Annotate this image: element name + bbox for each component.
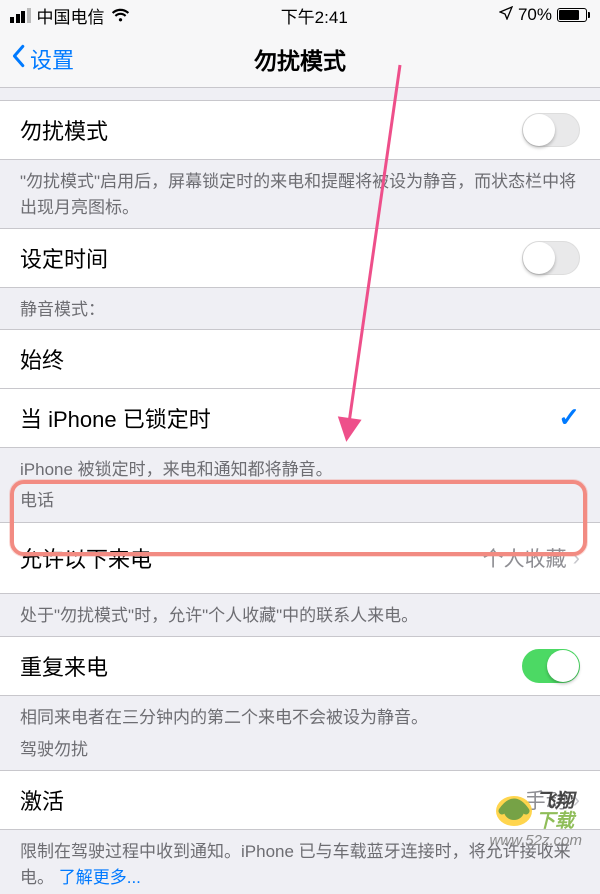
back-button[interactable]: 设置 bbox=[10, 43, 74, 75]
wifi-icon bbox=[111, 8, 130, 22]
activate-value: 手动 bbox=[525, 785, 567, 815]
silence-locked-row[interactable]: 当 iPhone 已锁定时 ✓ bbox=[0, 388, 600, 448]
learn-more-link[interactable]: 了解更多... bbox=[59, 868, 141, 887]
status-left: 中国电信 bbox=[10, 3, 130, 28]
silence-always-label: 始终 bbox=[20, 343, 64, 375]
dnd-toggle[interactable] bbox=[522, 113, 580, 147]
activate-row[interactable]: 激活 手动 › bbox=[0, 770, 600, 830]
back-label: 设置 bbox=[30, 43, 74, 75]
signal-icon bbox=[10, 8, 31, 23]
chevron-right-icon: › bbox=[573, 545, 580, 571]
allow-calls-footer: 处于"勿扰模式"时，允许"个人收藏"中的联系人来电。 bbox=[0, 593, 600, 637]
scheduled-label: 设定时间 bbox=[20, 242, 108, 274]
allow-calls-label: 允许以下来电 bbox=[20, 542, 152, 574]
silence-locked-label: 当 iPhone 已锁定时 bbox=[20, 402, 211, 434]
activate-footer: 限制在驾驶过程中收到通知。iPhone 已与车载蓝牙连接时，将允许接收来电。 了… bbox=[0, 829, 600, 894]
allow-calls-row[interactable]: 允许以下来电 个人收藏 › bbox=[0, 522, 600, 594]
scheduled-toggle-row[interactable]: 设定时间 bbox=[0, 228, 600, 288]
nav-header: 设置 勿扰模式 bbox=[0, 30, 600, 88]
silence-always-row[interactable]: 始终 bbox=[0, 329, 600, 389]
chevron-right-icon: › bbox=[573, 787, 580, 813]
status-right: 70% bbox=[499, 5, 590, 25]
dnd-toggle-row[interactable]: 勿扰模式 bbox=[0, 100, 600, 160]
repeated-calls-label: 重复来电 bbox=[20, 650, 108, 682]
chevron-left-icon bbox=[10, 44, 26, 74]
battery-icon bbox=[557, 8, 590, 22]
allow-calls-value: 个人收藏 bbox=[483, 543, 567, 573]
silence-locked-footer: iPhone 被锁定时，来电和通知都将静音。 bbox=[0, 447, 600, 485]
silence-header: 静音模式： bbox=[0, 287, 600, 329]
dnd-label: 勿扰模式 bbox=[20, 114, 108, 146]
status-time: 下午2:41 bbox=[281, 3, 348, 28]
carrier-label: 中国电信 bbox=[37, 3, 105, 28]
driving-header: 驾驶勿扰 bbox=[0, 733, 600, 771]
status-bar: 中国电信 下午2:41 70% bbox=[0, 0, 600, 30]
location-icon bbox=[499, 5, 513, 25]
scheduled-toggle[interactable] bbox=[522, 241, 580, 275]
activate-label: 激活 bbox=[20, 784, 64, 816]
page-title: 勿扰模式 bbox=[254, 42, 346, 76]
phone-header: 电话 bbox=[0, 484, 600, 522]
checkmark-icon: ✓ bbox=[558, 402, 580, 433]
dnd-footer: "勿扰模式"启用后，屏幕锁定时的来电和提醒将被设为静音，而状态栏中将出现月亮图标… bbox=[0, 159, 600, 228]
repeated-calls-row[interactable]: 重复来电 bbox=[0, 636, 600, 696]
repeated-calls-toggle[interactable] bbox=[522, 649, 580, 683]
repeated-calls-footer: 相同来电者在三分钟内的第二个来电不会被设为静音。 bbox=[0, 695, 600, 733]
battery-percent: 70% bbox=[518, 5, 552, 25]
